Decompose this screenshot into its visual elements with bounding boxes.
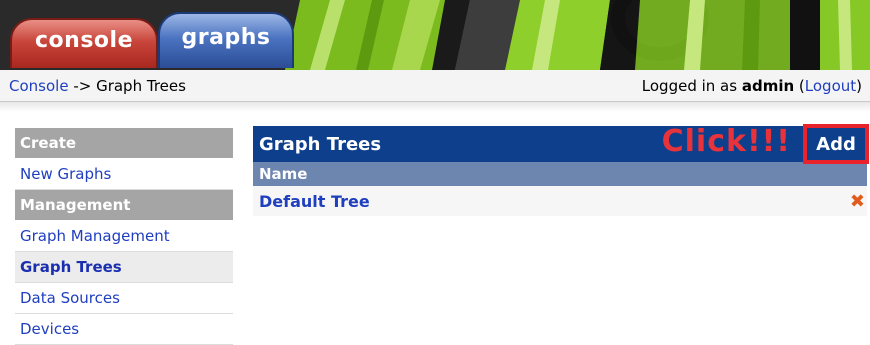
top-banner: console graphs xyxy=(0,0,870,70)
sidebar-item-data-sources[interactable]: Data Sources xyxy=(15,283,233,314)
sidebar-item-graph-trees[interactable]: Graph Trees xyxy=(15,252,233,283)
sidebar-menu: Create New Graphs Management Graph Manag… xyxy=(15,128,233,345)
graph-trees-panel: Graph Trees Click!!! Add Name Default Tr… xyxy=(253,124,869,216)
breadcrumb-current: Graph Trees xyxy=(96,76,186,95)
breadcrumb-separator: -> xyxy=(68,76,97,95)
table-row: Default Tree ✖ xyxy=(253,186,867,216)
delete-x-icon[interactable]: ✖ xyxy=(850,191,865,212)
breadcrumb-bar: Console -> Graph Trees Logged in as admi… xyxy=(0,70,870,102)
panel-title-bar: Graph Trees Click!!! Add xyxy=(253,124,869,164)
breadcrumb: Console -> Graph Trees xyxy=(9,77,186,95)
sidebar-header-create: Create xyxy=(15,128,233,159)
sidebar-item-graph-management[interactable]: Graph Management xyxy=(15,221,233,252)
tree-name-link[interactable]: Default Tree xyxy=(259,192,370,211)
page-title: Graph Trees xyxy=(259,133,382,155)
column-header-name: Name xyxy=(253,162,867,186)
sidebar-item-new-graphs[interactable]: New Graphs xyxy=(15,159,233,190)
login-username: admin xyxy=(741,76,795,95)
sidebar-header-management: Management xyxy=(15,190,233,221)
divider-shade xyxy=(0,102,870,112)
login-status: Logged in as admin (Logout) xyxy=(642,77,862,95)
tab-console[interactable]: console xyxy=(10,18,158,68)
sidebar-item-devices[interactable]: Devices xyxy=(15,314,233,345)
breadcrumb-console-link[interactable]: Console xyxy=(9,77,69,95)
click-annotation: Click!!! xyxy=(661,124,791,159)
login-close-paren: ) xyxy=(856,76,862,95)
login-prefix: Logged in as xyxy=(641,76,742,95)
login-open-paren: ( xyxy=(794,76,805,95)
logout-link[interactable]: Logout xyxy=(805,77,856,95)
tab-graphs[interactable]: graphs xyxy=(158,12,294,68)
add-button[interactable]: Add xyxy=(803,124,869,164)
